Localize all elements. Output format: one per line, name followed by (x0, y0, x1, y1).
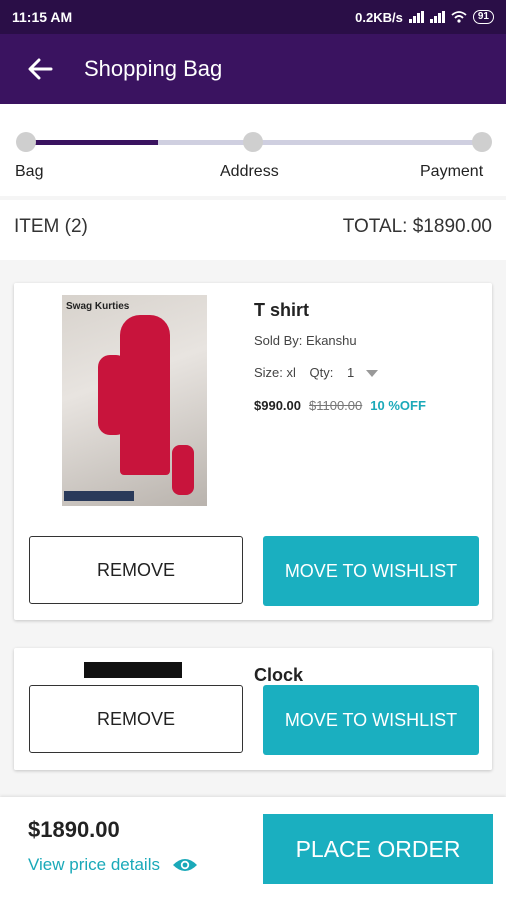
product-image[interactable] (84, 662, 182, 678)
dress-inset-graphic (172, 445, 194, 495)
status-bar: 11:15 AM 0.2KB/s 91 (0, 0, 506, 34)
stepper-progress (26, 140, 158, 145)
signal-icon (408, 11, 424, 23)
remove-button[interactable]: REMOVE (29, 685, 243, 753)
page-title: Shopping Bag (84, 56, 223, 81)
move-to-wishlist-button[interactable]: MOVE TO WISHLIST (263, 536, 479, 606)
price-row: $990.00 $1100.00 10 %OFF (254, 398, 426, 413)
discount-badge: 10 %OFF (370, 398, 426, 413)
seller: Sold By: Ekanshu (254, 333, 357, 348)
place-order-button[interactable]: PLACE ORDER (263, 814, 493, 884)
step-label-bag: Bag (15, 163, 44, 180)
qty-value: 1 (347, 365, 355, 380)
image-caption: Swag Kurties (66, 301, 130, 312)
cart-item-card: Clock REMOVE MOVE TO WISHLIST (14, 648, 492, 770)
network-speed: 0.2KB/s (355, 9, 403, 25)
view-price-details-label: View price details (28, 855, 160, 874)
step-label-address: Address (220, 163, 279, 180)
app-bar: Shopping Bag (0, 34, 506, 104)
qty-label: Qty: (309, 365, 334, 380)
qty-selector[interactable]: 1 (347, 365, 378, 380)
back-arrow-icon (28, 58, 53, 80)
footer-total: $1890.00 (28, 817, 120, 842)
dropdown-caret-icon (365, 370, 378, 378)
remove-button[interactable]: REMOVE (29, 536, 243, 604)
status-icons: 0.2KB/s 91 (355, 10, 494, 25)
step-label-payment: Payment (420, 163, 484, 180)
status-time: 11:15 AM (12, 9, 73, 25)
size-qty-row: Size: xl Qty: 1 (254, 365, 378, 380)
eye-icon (172, 859, 197, 871)
cart-item-card: Swag Kurties T shirt Sold By: Ekanshu Si… (14, 283, 492, 620)
image-footer-band (64, 491, 134, 501)
signal-icon (429, 11, 445, 23)
step-dot-address (243, 132, 263, 152)
sale-price: $990.00 (254, 398, 301, 413)
back-button[interactable] (0, 34, 80, 104)
move-to-wishlist-button[interactable]: MOVE TO WISHLIST (263, 685, 479, 755)
size-label: Size: xl (254, 365, 296, 380)
wifi-icon (451, 11, 467, 23)
battery-icon: 91 (472, 10, 494, 24)
item-count: ITEM (2) (14, 216, 88, 237)
cart-total: TOTAL: $1890.00 (342, 216, 492, 237)
dress-sleeve-graphic (98, 355, 128, 435)
product-image[interactable]: Swag Kurties (62, 295, 207, 506)
step-dot-payment (472, 132, 492, 152)
step-dot-bag (16, 132, 36, 152)
product-name[interactable]: T shirt (254, 300, 309, 321)
original-price: $1100.00 (309, 398, 363, 413)
view-price-details-link[interactable]: View price details (28, 855, 198, 875)
